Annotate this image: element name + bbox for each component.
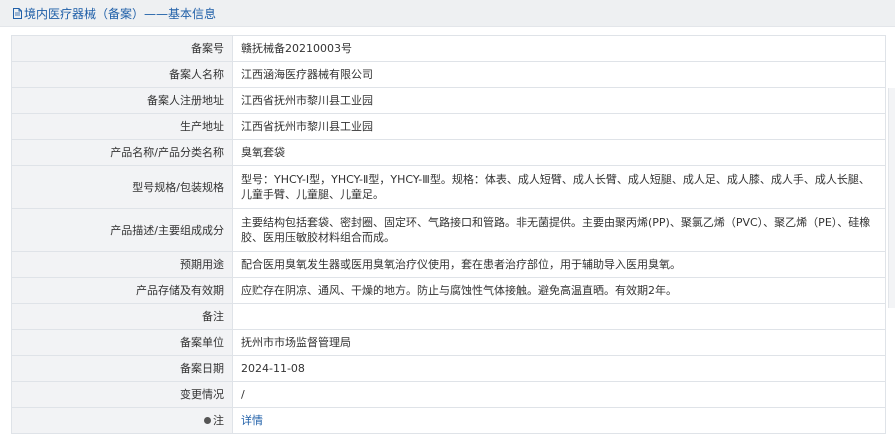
document-icon bbox=[13, 7, 22, 19]
info-table-container: 备案号 赣抚械备20210003号 备案人名称 江西涵海医疗器械有限公司 备案人… bbox=[11, 35, 886, 434]
scrollbar[interactable] bbox=[888, 88, 895, 308]
row-label: 生产地址 bbox=[11, 113, 233, 140]
row-label: 产品名称/产品分类名称 bbox=[11, 139, 233, 166]
page-title: 境内医疗器械（备案）——基本信息 bbox=[24, 6, 217, 21]
table-row: 备案人名称 江西涵海医疗器械有限公司 bbox=[11, 61, 886, 88]
row-value: 型号：YHCY-Ⅰ型，YHCY-Ⅱ型，YHCY-Ⅲ型。规格：体表、成人短臂、成人… bbox=[232, 165, 886, 209]
table-row: 备案人注册地址 江西省抚州市黎川县工业园 bbox=[11, 87, 886, 114]
row-value: 江西省抚州市黎川县工业园 bbox=[232, 113, 886, 140]
row-label: 产品描述/主要组成成分 bbox=[11, 208, 233, 252]
row-value: 抚州市市场监督管理局 bbox=[232, 329, 886, 356]
note-label-cell: 注 bbox=[11, 407, 233, 434]
table-row: 型号规格/包装规格 型号：YHCY-Ⅰ型，YHCY-Ⅱ型，YHCY-Ⅲ型。规格：… bbox=[11, 165, 886, 209]
row-value: 江西涵海医疗器械有限公司 bbox=[232, 61, 886, 88]
map-pin-icon bbox=[204, 416, 211, 424]
row-label: 型号规格/包装规格 bbox=[11, 165, 233, 209]
row-label: 备注 bbox=[11, 303, 233, 330]
row-value: 配合医用臭氧发生器或医用臭氧治疗仪使用，套在患者治疗部位，用于辅助导入医用臭氧。 bbox=[232, 251, 886, 278]
table-row: 备案日期 2024-11-08 bbox=[11, 355, 886, 382]
row-label: 变更情况 bbox=[11, 381, 233, 408]
row-label: 备案人名称 bbox=[11, 61, 233, 88]
table-row: 产品描述/主要组成成分 主要结构包括套袋、密封圈、固定环、气路接口和管路。非无菌… bbox=[11, 208, 886, 252]
row-value: 主要结构包括套袋、密封圈、固定环、气路接口和管路。非无菌提供。主要由聚丙烯(PP… bbox=[232, 208, 886, 252]
table-row: 产品名称/产品分类名称 臭氧套袋 bbox=[11, 139, 886, 166]
table-row: 备案单位 抚州市市场监督管理局 bbox=[11, 329, 886, 356]
table-row: 产品存储及有效期 应贮存在阴凉、通风、干燥的地方。防止与腐蚀性气体接触。避免高温… bbox=[11, 277, 886, 304]
note-row: 注 详情 bbox=[11, 407, 886, 434]
row-label: 备案号 bbox=[11, 35, 233, 62]
row-value: / bbox=[232, 381, 886, 408]
note-value-cell: 详情 bbox=[232, 407, 886, 434]
page-header: 境内医疗器械（备案）——基本信息 bbox=[0, 0, 895, 27]
row-value: 2024-11-08 bbox=[232, 355, 886, 382]
row-label: 备案人注册地址 bbox=[11, 87, 233, 114]
row-value bbox=[232, 303, 886, 330]
table-row: 备案号 赣抚械备20210003号 bbox=[11, 35, 886, 62]
row-label: 备案日期 bbox=[11, 355, 233, 382]
details-link[interactable]: 详情 bbox=[241, 414, 263, 427]
row-value: 臭氧套袋 bbox=[232, 139, 886, 166]
row-value: 江西省抚州市黎川县工业园 bbox=[232, 87, 886, 114]
row-label: 产品存储及有效期 bbox=[11, 277, 233, 304]
info-table: 备案号 赣抚械备20210003号 备案人名称 江西涵海医疗器械有限公司 备案人… bbox=[11, 35, 886, 434]
table-row: 变更情况 / bbox=[11, 381, 886, 408]
note-label: 注 bbox=[213, 414, 224, 427]
table-row: 预期用途 配合医用臭氧发生器或医用臭氧治疗仪使用，套在患者治疗部位，用于辅助导入… bbox=[11, 251, 886, 278]
table-row: 备注 bbox=[11, 303, 886, 330]
row-label: 预期用途 bbox=[11, 251, 233, 278]
row-value: 应贮存在阴凉、通风、干燥的地方。防止与腐蚀性气体接触。避免高温直晒。有效期2年。 bbox=[232, 277, 886, 304]
row-label: 备案单位 bbox=[11, 329, 233, 356]
table-row: 生产地址 江西省抚州市黎川县工业园 bbox=[11, 113, 886, 140]
row-value: 赣抚械备20210003号 bbox=[232, 35, 886, 62]
